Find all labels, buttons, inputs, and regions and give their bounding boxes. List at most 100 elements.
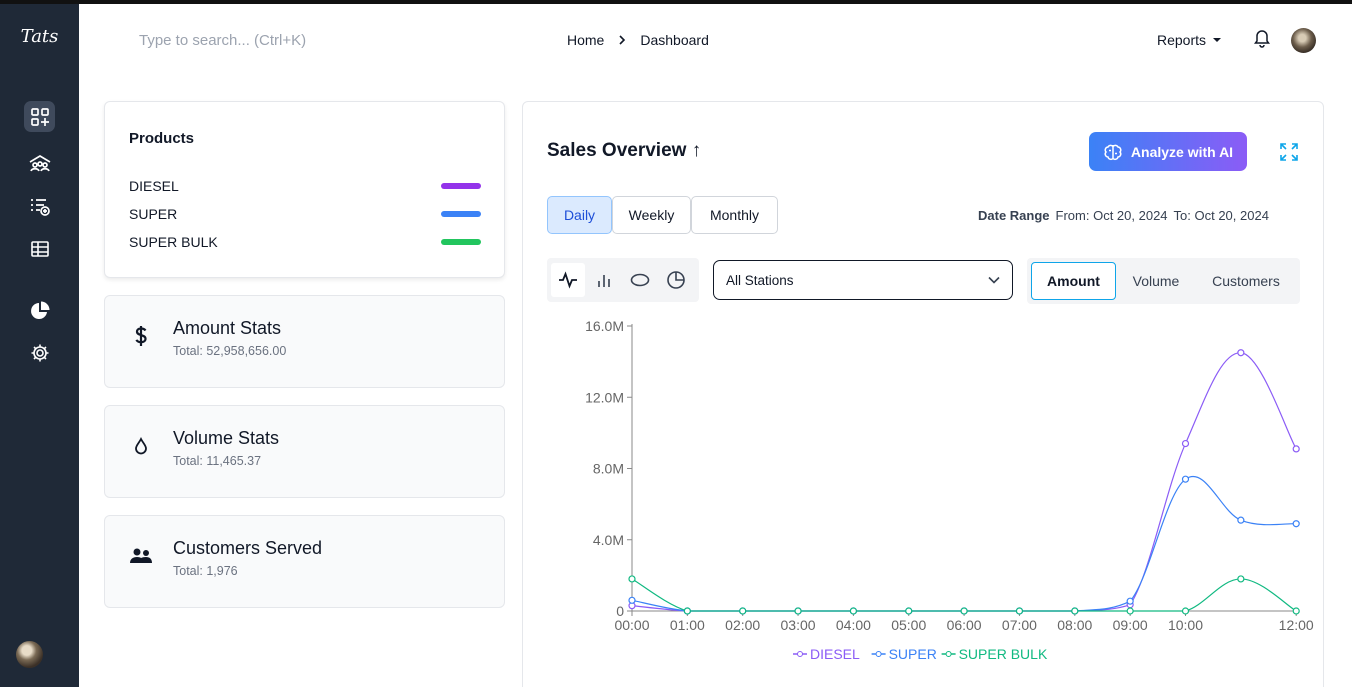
chevron-down-icon	[988, 276, 1000, 284]
station-select[interactable]: All Stations	[713, 260, 1013, 300]
date-range-from: From: Oct 20, 2024	[1055, 208, 1168, 223]
analyze-label: Analyze with AI	[1130, 143, 1234, 160]
data-point	[905, 607, 913, 615]
gear-icon	[31, 344, 48, 361]
y-tick-label: 8.0M	[593, 461, 624, 477]
data-point	[1237, 516, 1245, 524]
chart-type-line[interactable]	[551, 263, 585, 297]
stat-title: Customers Served	[173, 538, 323, 558]
table-icon	[30, 240, 49, 257]
date-range-to: To: Oct 20, 2024	[1173, 208, 1269, 223]
legend-item[interactable]: DIESEL	[793, 646, 860, 662]
products-card: Products DIESEL SUPER SUPER BULK	[104, 101, 505, 278]
pie-chart-icon	[667, 271, 685, 289]
dollar-icon	[129, 324, 153, 348]
volume-stats-card: Volume Stats Total: 11,465.37	[104, 405, 505, 498]
sidebar-item-settings[interactable]	[24, 337, 55, 368]
x-tick-label: 10:00	[1168, 617, 1203, 633]
date-range-label: Date Range	[978, 208, 1050, 223]
users-icon	[129, 544, 153, 568]
user-avatar[interactable]	[1291, 28, 1316, 53]
customers-served-card: Customers Served Total: 1,976	[104, 515, 505, 608]
sales-overview-title: Sales Overview ↑	[547, 140, 702, 161]
period-weekly-button[interactable]: Weekly	[612, 196, 691, 234]
product-label: DIESEL	[129, 178, 179, 194]
sidebar-item-table[interactable]	[24, 233, 55, 264]
stat-total: Total: 1,976	[173, 564, 238, 578]
data-point	[1181, 607, 1190, 615]
legend-marker	[875, 651, 882, 657]
data-point	[739, 607, 747, 615]
data-point	[1126, 597, 1134, 605]
data-point	[849, 607, 857, 615]
product-color-bar	[441, 211, 481, 217]
data-point	[1181, 439, 1190, 448]
period-monthly-button[interactable]: Monthly	[691, 196, 778, 234]
x-tick-label: 01:00	[670, 617, 705, 633]
stat-total: Total: 11,465.37	[173, 454, 262, 468]
reports-label: Reports	[1157, 32, 1207, 48]
data-point	[628, 596, 636, 604]
bar-chart-icon	[598, 275, 610, 287]
data-point	[1015, 607, 1024, 615]
metric-volume-button[interactable]: Volume	[1119, 262, 1193, 300]
stat-title: Amount Stats	[173, 318, 282, 338]
product-item-super: SUPER	[129, 206, 481, 222]
breadcrumb-current: Dashboard	[640, 32, 709, 48]
period-daily-button[interactable]: Daily	[547, 196, 612, 234]
data-point	[1126, 607, 1134, 615]
logo: Tats	[20, 26, 59, 47]
sidebar-item-reports[interactable]	[24, 295, 55, 326]
legend-marker	[797, 651, 803, 657]
expand-icon[interactable]	[1279, 142, 1299, 162]
data-point	[1292, 520, 1300, 528]
legend-item[interactable]: SUPER BULK	[941, 646, 1048, 662]
sidebar: Tats	[0, 4, 79, 687]
product-color-bar	[441, 239, 481, 245]
sidebar-item-stations[interactable]	[24, 147, 55, 178]
sidebar-item-dashboard[interactable]	[24, 101, 55, 132]
data-point	[1237, 349, 1245, 357]
caret-down-icon	[1213, 38, 1222, 42]
task-list-icon	[30, 198, 50, 216]
pie-chart-icon	[30, 301, 49, 319]
legend-item[interactable]: SUPER	[871, 646, 937, 662]
y-tick-label: 16.0M	[585, 318, 624, 334]
x-tick-label: 07:00	[1002, 617, 1037, 633]
sidebar-avatar[interactable]	[16, 641, 43, 668]
breadcrumb-home[interactable]: Home	[567, 32, 604, 48]
analyze-with-ai-button[interactable]: Analyze with AI	[1089, 132, 1247, 171]
metric-amount-button[interactable]: Amount	[1031, 262, 1116, 300]
top-strip	[0, 0, 1352, 4]
x-tick-label: 12:00	[1279, 617, 1314, 633]
chart-type-area[interactable]	[623, 263, 657, 297]
metric-toggle: Amount Volume Customers	[1027, 258, 1300, 304]
stations-icon	[29, 154, 50, 171]
product-color-bar	[441, 183, 481, 189]
x-tick-label: 04:00	[836, 617, 871, 633]
product-item-super-bulk: SUPER BULK	[129, 234, 481, 250]
amount-stats-card: Amount Stats Total: 52,958,656.00	[104, 295, 505, 388]
series-line-diesel	[631, 352, 1297, 612]
dashboard-icon	[30, 107, 49, 126]
x-tick-label: 05:00	[891, 617, 926, 633]
data-point	[1181, 475, 1190, 483]
data-point	[1292, 445, 1300, 453]
metric-customers-button[interactable]: Customers	[1197, 262, 1295, 300]
search-input[interactable]	[139, 32, 439, 49]
chart-type-bar[interactable]	[587, 263, 621, 297]
sales-line-chart: 04.0M8.0M12.0M16.0M00:00 01:00 02:00 03:00 0…	[585, 318, 1314, 662]
drop-icon	[129, 434, 153, 458]
stat-total: Total: 52,958,656.00	[173, 344, 287, 358]
ellipse-icon	[630, 273, 650, 287]
data-point	[628, 575, 636, 583]
bell-icon[interactable]	[1252, 28, 1272, 48]
activity-line-icon	[559, 271, 577, 289]
chart-type-pie[interactable]	[659, 263, 693, 297]
x-tick-label: 03:00	[781, 617, 816, 633]
x-tick-label: 06:00	[947, 617, 982, 633]
legend-marker	[945, 651, 952, 657]
reports-menu[interactable]: Reports	[1157, 32, 1222, 48]
chart-type-toggle	[547, 258, 699, 302]
sidebar-item-tasks[interactable]	[24, 190, 55, 221]
